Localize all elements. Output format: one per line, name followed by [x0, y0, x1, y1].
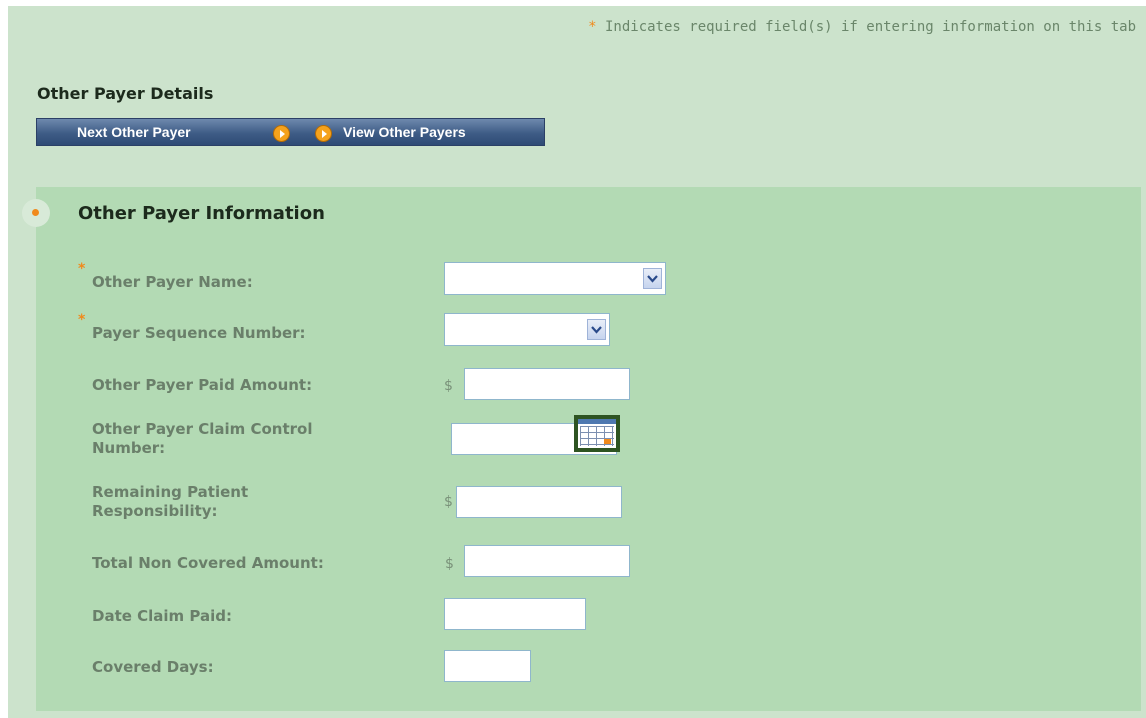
required-star: * [78, 312, 86, 328]
claim-control-label-line1: Other Payer Claim Control [92, 420, 313, 438]
covered-days-input[interactable] [444, 650, 531, 682]
non-covered-label: Total Non Covered Amount: [92, 554, 324, 572]
date-paid-label: Date Claim Paid: [92, 607, 232, 625]
chevron-down-icon[interactable] [587, 319, 606, 340]
date-paid-input[interactable] [444, 598, 586, 630]
remaining-resp-label-line1: Remaining Patient [92, 483, 249, 501]
next-other-payer-link[interactable]: Next Other Payer [77, 124, 191, 140]
section-title: Other Payer Details [37, 84, 214, 103]
payer-nav-bar: Next Other Payer View Other Payers [36, 118, 545, 146]
sequence-number-select[interactable] [444, 313, 610, 346]
arrow-right-circle-icon[interactable] [273, 125, 290, 142]
non-covered-input[interactable] [464, 545, 630, 577]
currency-symbol: $ [444, 378, 453, 394]
currency-symbol: $ [444, 494, 453, 510]
remaining-resp-input[interactable] [456, 486, 622, 518]
payer-name-label: Other Payer Name: [92, 273, 253, 291]
claim-control-label: Other Payer Claim Control Number: [92, 420, 313, 458]
currency-symbol: $ [445, 556, 454, 572]
remaining-resp-label: Remaining Patient Responsibility: [92, 483, 248, 521]
required-fields-note: * Indicates required field(s) if enterin… [588, 19, 1136, 35]
required-star: * [78, 261, 86, 277]
other-payer-page: * Indicates required field(s) if enterin… [8, 6, 1146, 718]
panel-title: Other Payer Information [78, 203, 325, 224]
chevron-down-icon[interactable] [643, 268, 662, 289]
sequence-number-label: Payer Sequence Number: [92, 324, 306, 342]
section-bullet-icon [22, 199, 50, 227]
paid-amount-label: Other Payer Paid Amount: [92, 376, 313, 394]
required-note-text: Indicates required field(s) if entering … [604, 19, 1136, 35]
required-star: * [588, 19, 597, 35]
remaining-resp-label-line2: Responsibility: [92, 502, 218, 520]
payer-name-select[interactable] [444, 262, 666, 295]
claim-control-label-line2: Number: [92, 439, 166, 457]
calendar-icon[interactable] [574, 415, 620, 452]
covered-days-label: Covered Days: [92, 658, 214, 676]
view-other-payers-link[interactable]: View Other Payers [343, 124, 466, 140]
paid-amount-input[interactable] [464, 368, 630, 400]
arrow-right-circle-icon[interactable] [315, 125, 332, 142]
